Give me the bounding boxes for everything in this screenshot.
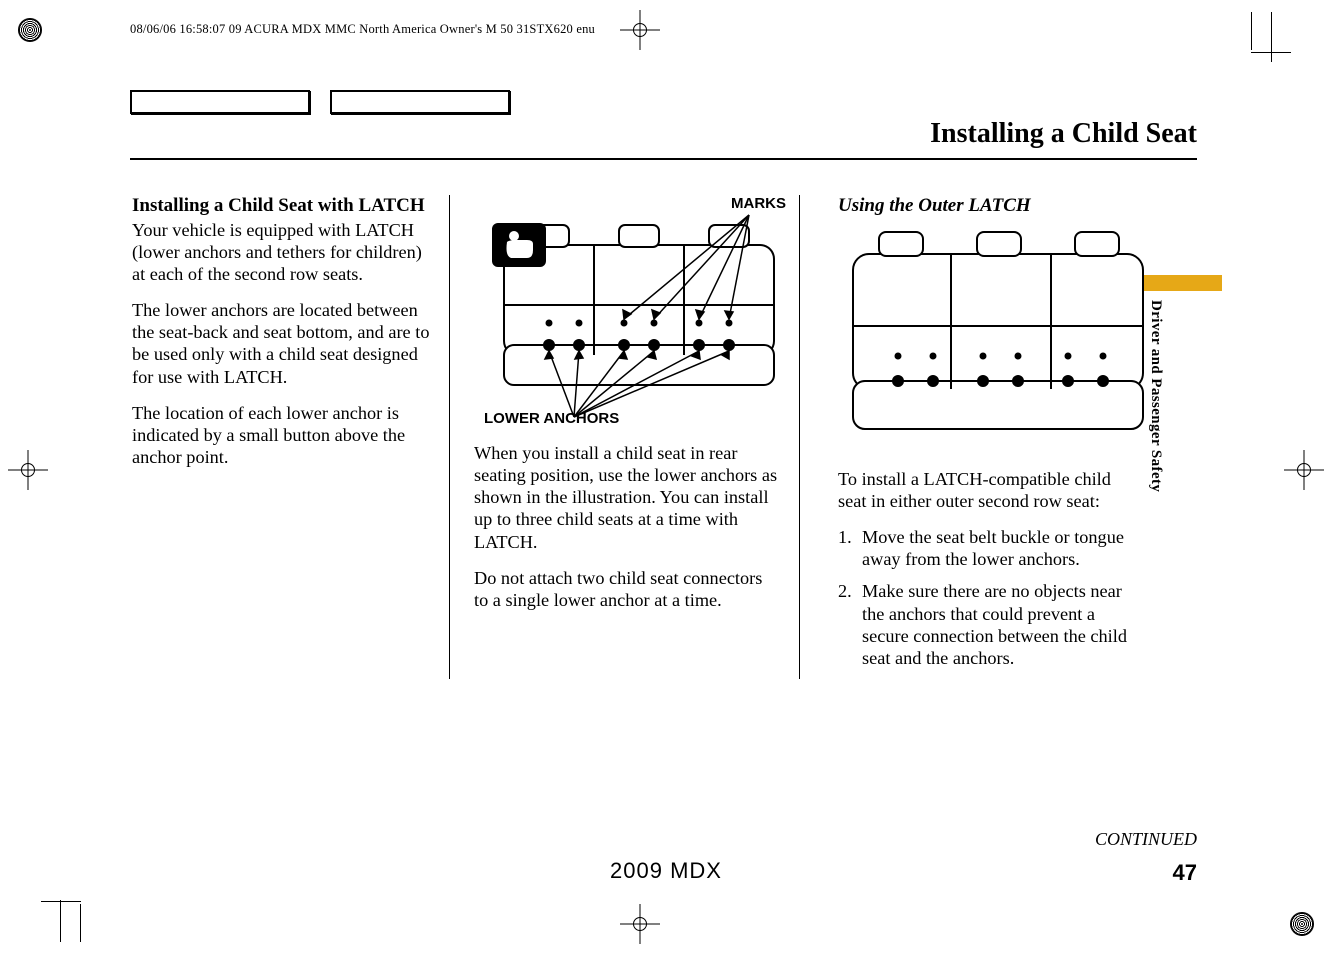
index-box <box>130 90 310 114</box>
seat-diagram-figure-2 <box>838 226 1158 456</box>
heading-rule <box>130 158 1197 160</box>
crop-cross-icon <box>620 10 660 50</box>
crop-corner-icon <box>1192 12 1252 50</box>
page-title: Installing a Child Seat <box>930 118 1197 150</box>
continued-label: CONTINUED <box>1095 829 1197 850</box>
list-number: 2. <box>838 580 852 602</box>
print-header-meta: 08/06/06 16:58:07 09 ACURA MDX MMC North… <box>130 22 595 37</box>
child-seat-icon <box>492 223 546 267</box>
column-3: Using the Outer LATCH <box>822 195 1132 679</box>
list-text: Move the seat belt buckle or tongue away… <box>862 527 1124 569</box>
section-subheading: Using the Outer LATCH <box>838 195 1130 218</box>
list-item: 1. Move the seat belt buckle or tongue a… <box>838 526 1130 570</box>
seat-diagram-figure: MARKS <box>474 195 794 430</box>
content-columns: Installing a Child Seat with LATCH Your … <box>130 195 1140 679</box>
list-text: Make sure there are no objects near the … <box>862 581 1127 667</box>
seat-diagram-svg-2 <box>838 226 1158 456</box>
list-number: 1. <box>838 526 852 548</box>
page-number: 47 <box>1173 860 1197 886</box>
body-text: The lower anchors are located between th… <box>132 299 431 388</box>
body-text: Your vehicle is equipped with LATCH (low… <box>132 219 431 285</box>
crop-cross-icon <box>620 904 660 944</box>
section-heading: Installing a Child Seat with LATCH <box>132 195 431 217</box>
registration-mark-icon <box>18 18 42 42</box>
column-1: Installing a Child Seat with LATCH Your … <box>130 195 450 679</box>
index-boxes <box>130 90 510 114</box>
figure-callout-marks: MARKS <box>731 195 786 213</box>
crop-cross-icon <box>1284 450 1324 490</box>
ordered-list: 1. Move the seat belt buckle or tongue a… <box>838 526 1130 669</box>
body-text: To install a LATCH-compatible child seat… <box>838 468 1130 512</box>
body-text: The location of each lower anchor is ind… <box>132 402 431 468</box>
registration-mark-icon <box>1290 912 1314 936</box>
body-text: When you install a child seat in rear se… <box>474 442 781 553</box>
footer-model-year: 2009 MDX <box>610 858 722 884</box>
index-box <box>330 90 510 114</box>
column-2: MARKS <box>472 195 800 679</box>
figure-callout-anchors: LOWER ANCHORS <box>484 410 619 428</box>
body-text: Do not attach two child seat connectors … <box>474 567 781 611</box>
crop-corner-icon <box>80 904 140 942</box>
crop-cross-icon <box>8 450 48 490</box>
list-item: 2. Make sure there are no objects near t… <box>838 580 1130 669</box>
